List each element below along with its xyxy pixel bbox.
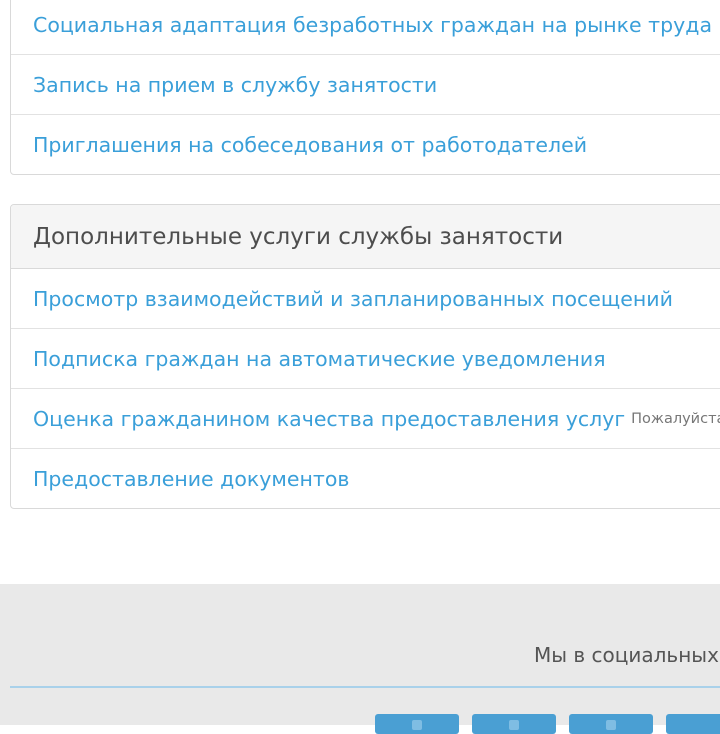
social-icon	[509, 720, 519, 730]
footer-divider	[10, 686, 720, 688]
additional-services-panel: Дополнительные услуги службы занятости П…	[10, 204, 720, 509]
social-icon	[412, 720, 422, 730]
panel-title: Дополнительные услуги службы занятости	[33, 223, 564, 250]
social-button-2[interactable]	[472, 714, 556, 734]
social-button-3[interactable]	[569, 714, 653, 734]
social-icon	[606, 720, 616, 730]
service-link-social-adaptation[interactable]: Социальная адаптация безработных граждан…	[33, 13, 712, 37]
list-item: Запись на прием в службу занятости	[11, 55, 720, 115]
service-link-documents[interactable]: Предоставление документов	[33, 467, 349, 491]
list-item: Просмотр взаимодействий и запланированны…	[11, 269, 720, 329]
social-title: Мы в социальных	[534, 643, 719, 667]
service-link-interactions[interactable]: Просмотр взаимодействий и запланированны…	[33, 287, 673, 311]
panel-heading: Дополнительные услуги службы занятости	[11, 205, 720, 269]
rating-hint: Пожалуйста, оц	[631, 410, 720, 427]
social-button-4[interactable]	[666, 714, 720, 734]
list-item: Подписка граждан на автоматические уведо…	[11, 329, 720, 389]
list-item: Социальная адаптация безработных граждан…	[11, 0, 720, 55]
service-link-interview-invitations[interactable]: Приглашения на собеседования от работода…	[33, 133, 587, 157]
social-button-1[interactable]	[375, 714, 459, 734]
list-item: Предоставление документов	[11, 449, 720, 509]
service-link-quality-rating[interactable]: Оценка гражданином качества предоставлен…	[33, 407, 625, 431]
list-item: Оценка гражданином качества предоставлен…	[11, 389, 720, 449]
services-panel: Социальная адаптация безработных граждан…	[10, 0, 720, 175]
footer: Мы в социальных	[0, 584, 720, 734]
list-item: Приглашения на собеседования от работода…	[11, 115, 720, 175]
service-link-appointment[interactable]: Запись на прием в службу занятости	[33, 73, 437, 97]
service-link-notifications-subscription[interactable]: Подписка граждан на автоматические уведо…	[33, 347, 606, 371]
